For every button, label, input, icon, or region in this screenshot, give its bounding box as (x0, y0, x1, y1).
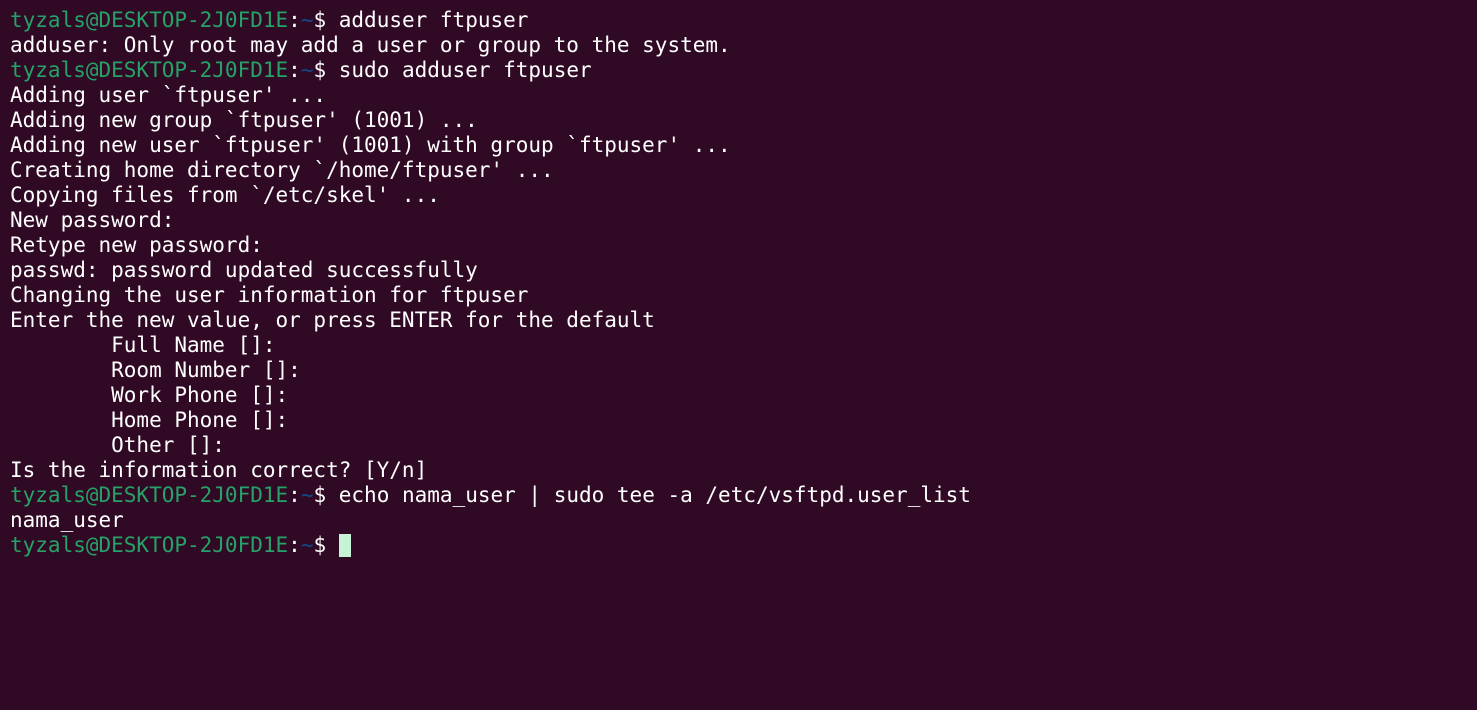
prompt-colon: : (288, 58, 301, 82)
output-line: Creating home directory `/home/ftpuser' … (10, 158, 1477, 183)
output-line: Full Name []: (10, 333, 1477, 358)
output-text: New password: (10, 208, 175, 232)
output-text: Room Number []: (10, 358, 301, 382)
prompt-path: ~ (300, 8, 314, 32)
text-cursor[interactable] (338, 534, 351, 557)
output-text: Retype new password: (10, 233, 263, 257)
output-text: Full Name []: (10, 333, 276, 357)
output-line: Other []: (10, 433, 1477, 458)
output-line: adduser: Only root may add a user or gro… (10, 33, 1477, 58)
output-line: Changing the user information for ftpuse… (10, 283, 1477, 308)
output-text: Other []: (10, 433, 225, 457)
prompt-colon: : (288, 533, 301, 557)
output-line: Home Phone []: (10, 408, 1477, 433)
prompt-line: tyzals@DESKTOP-2J0FD1E:~$ echo nama_user… (10, 483, 1477, 508)
prompt-path: ~ (300, 483, 314, 507)
prompt-user-host: tyzals@DESKTOP-2J0FD1E (10, 483, 289, 507)
output-text: Home Phone []: (10, 408, 289, 432)
output-text: Is the information correct? [Y/n] (10, 458, 428, 482)
output-text: Creating home directory `/home/ftpuser' … (10, 158, 554, 182)
prompt-symbol: $ (313, 58, 339, 82)
prompt-path: ~ (300, 533, 314, 557)
output-line: Copying files from `/etc/skel' ... (10, 183, 1477, 208)
command-text: adduser ftpuser (338, 8, 529, 32)
prompt-symbol: $ (313, 8, 339, 32)
prompt-line: tyzals@DESKTOP-2J0FD1E:~$ sudo adduser f… (10, 58, 1477, 83)
prompt-line: tyzals@DESKTOP-2J0FD1E:~$ adduser ftpuse… (10, 8, 1477, 33)
terminal-window[interactable]: tyzals@DESKTOP-2J0FD1E:~$ adduser ftpuse… (0, 0, 1477, 710)
prompt-colon: : (288, 8, 301, 32)
output-line: Room Number []: (10, 358, 1477, 383)
output-line: Enter the new value, or press ENTER for … (10, 308, 1477, 333)
output-line: Work Phone []: (10, 383, 1477, 408)
output-text: Adding user `ftpuser' ... (10, 83, 327, 107)
output-text: Enter the new value, or press ENTER for … (10, 308, 655, 332)
output-text: Changing the user information for ftpuse… (10, 283, 529, 307)
prompt-path: ~ (300, 58, 314, 82)
output-line: nama_user (10, 508, 1477, 533)
output-text: Work Phone []: (10, 383, 289, 407)
output-text: adduser: Only root may add a user or gro… (10, 33, 731, 57)
prompt-symbol: $ (313, 483, 339, 507)
prompt-user-host: tyzals@DESKTOP-2J0FD1E (10, 58, 289, 82)
prompt-colon: : (288, 483, 301, 507)
command-text: sudo adduser ftpuser (338, 58, 592, 82)
output-text: nama_user (10, 508, 124, 532)
output-text: Adding new group `ftpuser' (1001) ... (10, 108, 478, 132)
output-line: Adding new group `ftpuser' (1001) ... (10, 108, 1477, 133)
output-line: Adding new user `ftpuser' (1001) with gr… (10, 133, 1477, 158)
prompt-symbol: $ (313, 533, 339, 557)
prompt-user-host: tyzals@DESKTOP-2J0FD1E (10, 8, 289, 32)
output-text: Adding new user `ftpuser' (1001) with gr… (10, 133, 731, 157)
output-line: Retype new password: (10, 233, 1477, 258)
prompt-line: tyzals@DESKTOP-2J0FD1E:~$ (10, 533, 1477, 558)
output-line: Adding user `ftpuser' ... (10, 83, 1477, 108)
output-line: passwd: password updated successfully (10, 258, 1477, 283)
output-text: Copying files from `/etc/skel' ... (10, 183, 440, 207)
output-line: New password: (10, 208, 1477, 233)
output-text: passwd: password updated successfully (10, 258, 478, 282)
prompt-user-host: tyzals@DESKTOP-2J0FD1E (10, 533, 289, 557)
command-text: echo nama_user | sudo tee -a /etc/vsftpd… (338, 483, 971, 507)
output-line: Is the information correct? [Y/n] (10, 458, 1477, 483)
